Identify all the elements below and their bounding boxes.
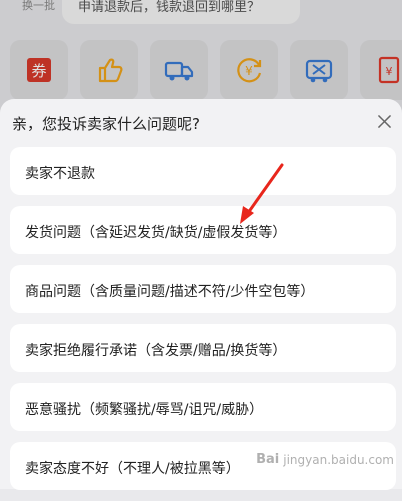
complaint-options: 卖家不退款 发货问题（含延迟发货/缺货/虚假发货等） 商品问题（含质量问题/描述… (10, 147, 396, 501)
complaint-sheet: 亲，您投诉卖家什么问题呢? 卖家不退款 发货问题（含延迟发货/缺货/虚假发货等）… (0, 99, 402, 490)
option-label: 卖家拒绝履行承诺（含发票/赠品/换货等） (25, 343, 287, 359)
watermark-site: jingyan.baidu.com (283, 452, 394, 467)
option-label: 卖家态度不好（不理人/被拉黑等） (25, 461, 240, 477)
sheet-header: 亲，您投诉卖家什么问题呢? (0, 99, 402, 143)
watermark: Bai jingyan.baidu.com (256, 452, 394, 467)
close-icon (377, 114, 391, 128)
option-shipping[interactable]: 发货问题（含延迟发货/缺货/虚假发货等） (10, 206, 396, 254)
option-promise[interactable]: 卖家拒绝履行承诺（含发票/赠品/换货等） (10, 324, 396, 372)
option-harassment[interactable]: 恶意骚扰（频繁骚扰/辱骂/诅咒/威胁） (10, 383, 396, 431)
option-product[interactable]: 商品问题（含质量问题/描述不符/少件空包等） (10, 265, 396, 313)
option-label: 卖家不退款 (25, 166, 95, 182)
watermark-logo: Bai (256, 452, 280, 467)
sheet-title: 亲，您投诉卖家什么问题呢? (12, 115, 200, 133)
option-no-refund[interactable]: 卖家不退款 (10, 147, 396, 195)
option-label: 商品问题（含质量问题/描述不符/少件空包等） (25, 284, 315, 300)
option-label: 恶意骚扰（频繁骚扰/辱骂/诅咒/威胁） (25, 402, 264, 418)
option-label: 发货问题（含延迟发货/缺货/虚假发货等） (25, 225, 287, 241)
close-button[interactable] (374, 111, 394, 131)
